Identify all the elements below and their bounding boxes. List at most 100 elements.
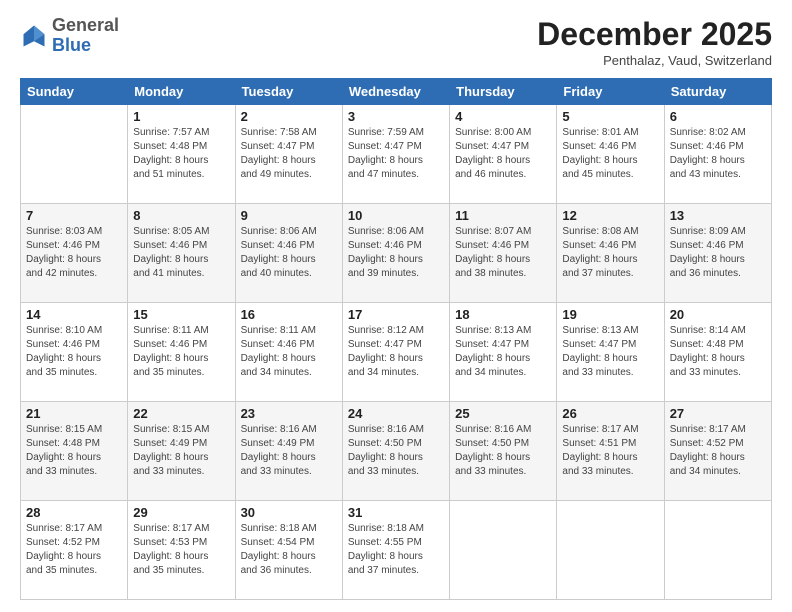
day-info: Sunrise: 8:17 AM Sunset: 4:53 PM Dayligh… [133,522,229,578]
table-row: 9 Sunrise: 8:06 AM Sunset: 4:46 PM Daylig… [235,204,342,303]
day-number: 24 [348,406,444,421]
table-row: 26 Sunrise: 8:17 AM Sunset: 4:51 PM Dayli… [557,402,664,501]
day-info: Sunrise: 8:15 AM Sunset: 4:49 PM Dayligh… [133,423,229,479]
day-number: 1 [133,109,229,124]
table-row: 11Sunrise: 8:07 AM Sunset: 4:46 PM Dayli… [450,204,557,303]
table-row: 14 Sunrise: 8:10 AM Sunset: 4:46 PM Dayli… [21,303,128,402]
header: General Blue December 2025 Penthalaz, Va… [20,16,772,68]
table-row: 20 Sunrise: 8:14 AM Sunset: 4:48 PM Dayli… [664,303,771,402]
day-info: Sunrise: 8:14 AM Sunset: 4:48 PM Dayligh… [670,324,766,380]
day-number: 29 [133,505,229,520]
table-row: 24Sunrise: 8:16 AM Sunset: 4:50 PM Dayli… [342,402,449,501]
day-info: Sunrise: 8:00 AM Sunset: 4:47 PM Dayligh… [455,126,551,182]
day-number: 8 [133,208,229,223]
day-info: Sunrise: 8:16 AM Sunset: 4:50 PM Dayligh… [455,423,551,479]
day-number: 27 [670,406,766,421]
table-row [450,501,557,600]
day-number: 15 [133,307,229,322]
day-number: 23 [241,406,337,421]
day-number: 17 [348,307,444,322]
table-row: 23 Sunrise: 8:16 AM Sunset: 4:49 PM Dayli… [235,402,342,501]
col-thursday: Thursday [450,79,557,105]
day-info: Sunrise: 8:12 AM Sunset: 4:47 PM Dayligh… [348,324,444,380]
day-number: 10 [348,208,444,223]
table-row: 8 Sunrise: 8:05 AM Sunset: 4:46 PM Daylig… [128,204,235,303]
day-info: Sunrise: 8:18 AM Sunset: 4:55 PM Dayligh… [348,522,444,578]
day-number: 5 [562,109,658,124]
table-row: 13 Sunrise: 8:09 AM Sunset: 4:46 PM Dayli… [664,204,771,303]
table-row: 29 Sunrise: 8:17 AM Sunset: 4:53 PM Dayli… [128,501,235,600]
weekday-row: Sunday Monday Tuesday Wednesday Thursday… [21,79,772,105]
day-info: Sunrise: 8:05 AM Sunset: 4:46 PM Dayligh… [133,225,229,281]
day-info: Sunrise: 8:17 AM Sunset: 4:52 PM Dayligh… [670,423,766,479]
day-number: 25 [455,406,551,421]
table-row: 19 Sunrise: 8:13 AM Sunset: 4:47 PM Dayli… [557,303,664,402]
table-row: 7Sunrise: 8:03 AM Sunset: 4:46 PM Daylig… [21,204,128,303]
table-row: 16Sunrise: 8:11 AM Sunset: 4:46 PM Dayli… [235,303,342,402]
logo-icon [20,22,48,50]
month-title: December 2025 [537,16,772,53]
day-info: Sunrise: 8:10 AM Sunset: 4:46 PM Dayligh… [26,324,122,380]
logo: General Blue [20,16,119,56]
day-info: Sunrise: 8:07 AM Sunset: 4:46 PM Dayligh… [455,225,551,281]
table-row: 22 Sunrise: 8:15 AM Sunset: 4:49 PM Dayli… [128,402,235,501]
table-row: 31 Sunrise: 8:18 AM Sunset: 4:55 PM Dayli… [342,501,449,600]
day-info: Sunrise: 7:58 AM Sunset: 4:47 PM Dayligh… [241,126,337,182]
day-info: Sunrise: 7:57 AM Sunset: 4:48 PM Dayligh… [133,126,229,182]
day-info: Sunrise: 7:59 AM Sunset: 4:47 PM Dayligh… [348,126,444,182]
calendar-header: Sunday Monday Tuesday Wednesday Thursday… [21,79,772,105]
table-row [21,105,128,204]
table-row: 12Sunrise: 8:08 AM Sunset: 4:46 PM Dayli… [557,204,664,303]
table-row [664,501,771,600]
calendar-table: Sunday Monday Tuesday Wednesday Thursday… [20,78,772,600]
day-info: Sunrise: 8:01 AM Sunset: 4:46 PM Dayligh… [562,126,658,182]
day-info: Sunrise: 8:13 AM Sunset: 4:47 PM Dayligh… [562,324,658,380]
table-row: 2Sunrise: 7:58 AM Sunset: 4:47 PM Daylig… [235,105,342,204]
day-number: 16 [241,307,337,322]
day-number: 19 [562,307,658,322]
calendar-week-row: 14 Sunrise: 8:10 AM Sunset: 4:46 PM Dayli… [21,303,772,402]
day-number: 20 [670,307,766,322]
day-info: Sunrise: 8:18 AM Sunset: 4:54 PM Dayligh… [241,522,337,578]
day-number: 22 [133,406,229,421]
calendar-week-row: 28Sunrise: 8:17 AM Sunset: 4:52 PM Dayli… [21,501,772,600]
subtitle: Penthalaz, Vaud, Switzerland [537,53,772,68]
logo-text: General Blue [52,16,119,56]
title-block: December 2025 Penthalaz, Vaud, Switzerla… [537,16,772,68]
day-number: 30 [241,505,337,520]
table-row: 6Sunrise: 8:02 AM Sunset: 4:46 PM Daylig… [664,105,771,204]
calendar-week-row: 21 Sunrise: 8:15 AM Sunset: 4:48 PM Dayli… [21,402,772,501]
table-row: 17 Sunrise: 8:12 AM Sunset: 4:47 PM Dayli… [342,303,449,402]
day-number: 28 [26,505,122,520]
day-info: Sunrise: 8:15 AM Sunset: 4:48 PM Dayligh… [26,423,122,479]
table-row: 5 Sunrise: 8:01 AM Sunset: 4:46 PM Daylig… [557,105,664,204]
day-number: 12 [562,208,658,223]
day-number: 18 [455,307,551,322]
day-info: Sunrise: 8:06 AM Sunset: 4:46 PM Dayligh… [241,225,337,281]
table-row: 27 Sunrise: 8:17 AM Sunset: 4:52 PM Dayli… [664,402,771,501]
col-monday: Monday [128,79,235,105]
day-number: 7 [26,208,122,223]
calendar-week-row: 1 Sunrise: 7:57 AM Sunset: 4:48 PM Daylig… [21,105,772,204]
col-friday: Friday [557,79,664,105]
day-number: 13 [670,208,766,223]
col-sunday: Sunday [21,79,128,105]
col-wednesday: Wednesday [342,79,449,105]
day-number: 21 [26,406,122,421]
table-row: 25 Sunrise: 8:16 AM Sunset: 4:50 PM Dayli… [450,402,557,501]
day-info: Sunrise: 8:02 AM Sunset: 4:46 PM Dayligh… [670,126,766,182]
day-number: 31 [348,505,444,520]
day-info: Sunrise: 8:09 AM Sunset: 4:46 PM Dayligh… [670,225,766,281]
day-info: Sunrise: 8:16 AM Sunset: 4:49 PM Dayligh… [241,423,337,479]
table-row: 28Sunrise: 8:17 AM Sunset: 4:52 PM Dayli… [21,501,128,600]
calendar-body: 1 Sunrise: 7:57 AM Sunset: 4:48 PM Daylig… [21,105,772,600]
day-number: 9 [241,208,337,223]
col-saturday: Saturday [664,79,771,105]
calendar-week-row: 7Sunrise: 8:03 AM Sunset: 4:46 PM Daylig… [21,204,772,303]
table-row: 1 Sunrise: 7:57 AM Sunset: 4:48 PM Daylig… [128,105,235,204]
day-info: Sunrise: 8:06 AM Sunset: 4:46 PM Dayligh… [348,225,444,281]
day-number: 26 [562,406,658,421]
day-info: Sunrise: 8:17 AM Sunset: 4:51 PM Dayligh… [562,423,658,479]
day-number: 14 [26,307,122,322]
col-tuesday: Tuesday [235,79,342,105]
